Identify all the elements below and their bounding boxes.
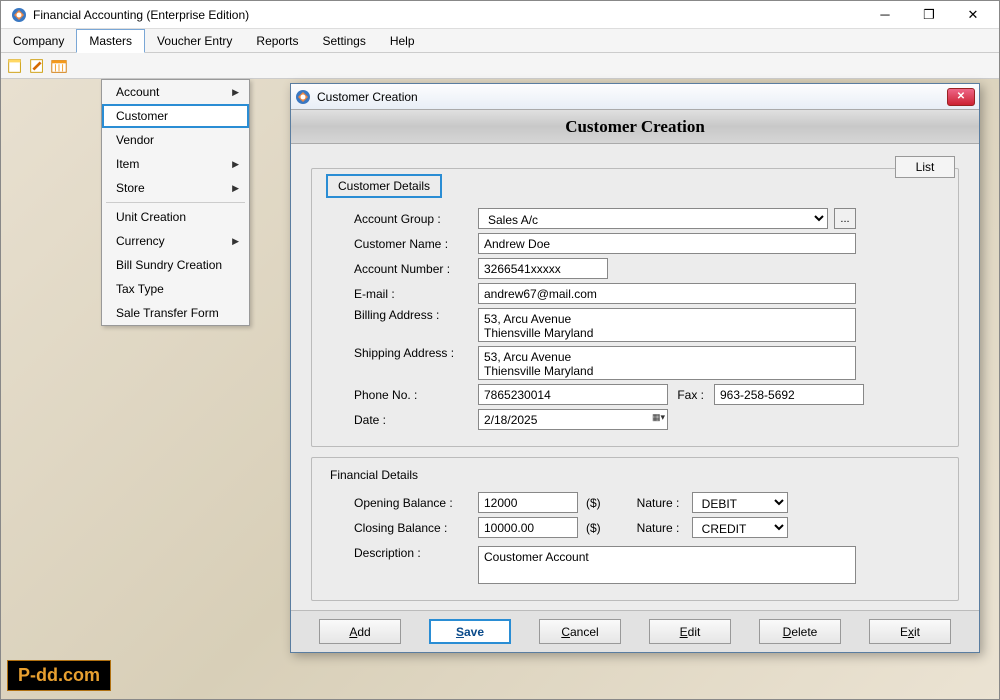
dropdown-item[interactable]: Item ▶ xyxy=(102,152,249,176)
masters-dropdown: Account ▶ Customer Vendor Item ▶ Store ▶ Un… xyxy=(101,79,250,326)
menu-help[interactable]: Help xyxy=(378,29,427,52)
dropdown-label: Sale Transfer Form xyxy=(116,306,219,320)
delete-button[interactable]: Delete xyxy=(759,619,841,644)
label-description: Description : xyxy=(326,546,478,560)
customer-details-fieldset: Customer Details Account Group : Sales A… xyxy=(311,168,959,447)
dialog-close-button[interactable]: ✕ xyxy=(947,88,975,106)
nature-2-select[interactable]: CREDIT xyxy=(692,517,788,538)
billing-address-textarea[interactable] xyxy=(478,308,856,342)
label-opening-balance: Opening Balance : xyxy=(326,496,478,510)
label-shipping-address: Shipping Address : xyxy=(326,346,478,360)
menu-settings[interactable]: Settings xyxy=(310,29,377,52)
label-date: Date : xyxy=(326,413,478,427)
dropdown-unit-creation[interactable]: Unit Creation xyxy=(102,205,249,229)
dropdown-store[interactable]: Store ▶ xyxy=(102,176,249,200)
label-account-number: Account Number : xyxy=(326,262,478,276)
main-window: Financial Accounting (Enterprise Edition… xyxy=(0,0,1000,700)
watermark: P-dd.com xyxy=(7,660,111,691)
submenu-arrow-icon: ▶ xyxy=(232,183,239,194)
dropdown-label: Unit Creation xyxy=(116,210,186,224)
edit-button[interactable]: Edit xyxy=(649,619,731,644)
opening-balance-input[interactable] xyxy=(478,492,578,513)
minimize-button[interactable]: ─ xyxy=(863,1,907,29)
close-button[interactable]: ✕ xyxy=(951,1,995,29)
dropdown-label: Customer xyxy=(116,109,168,123)
dropdown-label: Vendor xyxy=(116,133,154,147)
dropdown-label: Item xyxy=(116,157,139,171)
label-customer-name: Customer Name : xyxy=(326,237,478,251)
dropdown-sale-transfer[interactable]: Sale Transfer Form xyxy=(102,301,249,325)
label-billing-address: Billing Address : xyxy=(326,308,478,322)
dropdown-label: Currency xyxy=(116,234,165,248)
customer-details-legend: Customer Details xyxy=(326,174,442,198)
label-nature-2: Nature : xyxy=(637,521,692,535)
dropdown-label: Account xyxy=(116,85,159,99)
submenu-arrow-icon: ▶ xyxy=(232,87,239,98)
dialog-body: List Customer Details Account Group : Sa… xyxy=(291,144,979,610)
phone-input[interactable] xyxy=(478,384,668,405)
label-nature-1: Nature : xyxy=(637,496,692,510)
menu-masters[interactable]: Masters xyxy=(76,29,145,53)
toolbar xyxy=(1,53,999,79)
dropdown-account[interactable]: Account ▶ xyxy=(102,80,249,104)
submenu-arrow-icon: ▶ xyxy=(232,236,239,247)
add-button[interactable]: Add xyxy=(319,619,401,644)
label-fax: Fax : xyxy=(668,388,704,402)
label-account-group: Account Group : xyxy=(326,212,478,226)
account-number-input[interactable] xyxy=(478,258,608,279)
dialog-button-bar: Add Save Cancel Edit Delete Exit xyxy=(291,610,979,652)
dropdown-currency[interactable]: Currency ▶ xyxy=(102,229,249,253)
dropdown-label: Store xyxy=(116,181,145,195)
nature-1-select[interactable]: DEBIT xyxy=(692,492,788,513)
toolbar-edit-icon[interactable] xyxy=(27,56,47,76)
submenu-arrow-icon: ▶ xyxy=(232,159,239,170)
currency-label: ($) xyxy=(586,496,601,510)
date-input[interactable] xyxy=(478,409,668,430)
menu-voucher-entry[interactable]: Voucher Entry xyxy=(145,29,244,52)
dropdown-bill-sundry[interactable]: Bill Sundry Creation xyxy=(102,253,249,277)
toolbar-calendar-icon[interactable] xyxy=(49,56,69,76)
workspace: Account ▶ Customer Vendor Item ▶ Store ▶ Un… xyxy=(1,79,999,699)
financial-details-legend: Financial Details xyxy=(326,468,422,482)
dropdown-vendor[interactable]: Vendor xyxy=(102,128,249,152)
label-phone: Phone No. : xyxy=(326,388,478,402)
menu-company[interactable]: Company xyxy=(1,29,76,52)
toolbar-new-icon[interactable] xyxy=(5,56,25,76)
email-input[interactable] xyxy=(478,283,856,304)
dropdown-separator xyxy=(106,202,245,203)
list-label-rest: ist xyxy=(922,160,934,174)
dialog-icon xyxy=(295,89,311,105)
titlebar: Financial Accounting (Enterprise Edition… xyxy=(1,1,999,29)
description-textarea[interactable] xyxy=(478,546,856,584)
app-title: Financial Accounting (Enterprise Edition… xyxy=(33,8,863,22)
dialog-title: Customer Creation xyxy=(317,90,947,104)
closing-balance-input[interactable] xyxy=(478,517,578,538)
customer-name-input[interactable] xyxy=(478,233,856,254)
dropdown-label: Tax Type xyxy=(116,282,164,296)
account-group-select[interactable]: Sales A/c xyxy=(478,208,828,229)
dialog-header: Customer Creation xyxy=(291,110,979,144)
account-group-browse-button[interactable]: ... xyxy=(834,208,856,229)
dropdown-customer[interactable]: Customer xyxy=(102,104,249,128)
exit-button[interactable]: Exit xyxy=(869,619,951,644)
maximize-button[interactable]: ❐ xyxy=(907,1,951,29)
dropdown-tax-type[interactable]: Tax Type xyxy=(102,277,249,301)
menu-reports[interactable]: Reports xyxy=(244,29,310,52)
list-button[interactable]: List xyxy=(895,156,955,178)
save-button[interactable]: Save xyxy=(429,619,511,644)
shipping-address-textarea[interactable] xyxy=(478,346,856,380)
financial-details-fieldset: Financial Details Opening Balance : ($) … xyxy=(311,457,959,601)
currency-label-2: ($) xyxy=(586,521,601,535)
customer-creation-dialog: Customer Creation ✕ Customer Creation Li… xyxy=(290,83,980,653)
dialog-titlebar: Customer Creation ✕ xyxy=(291,84,979,110)
app-icon xyxy=(11,7,27,23)
cancel-button[interactable]: Cancel xyxy=(539,619,621,644)
label-email: E-mail : xyxy=(326,287,478,301)
dialog-heading: Customer Creation xyxy=(565,117,705,137)
dropdown-label: Bill Sundry Creation xyxy=(116,258,222,272)
menubar: Company Masters Voucher Entry Reports Se… xyxy=(1,29,999,53)
label-closing-balance: Closing Balance : xyxy=(326,521,478,535)
fax-input[interactable] xyxy=(714,384,864,405)
